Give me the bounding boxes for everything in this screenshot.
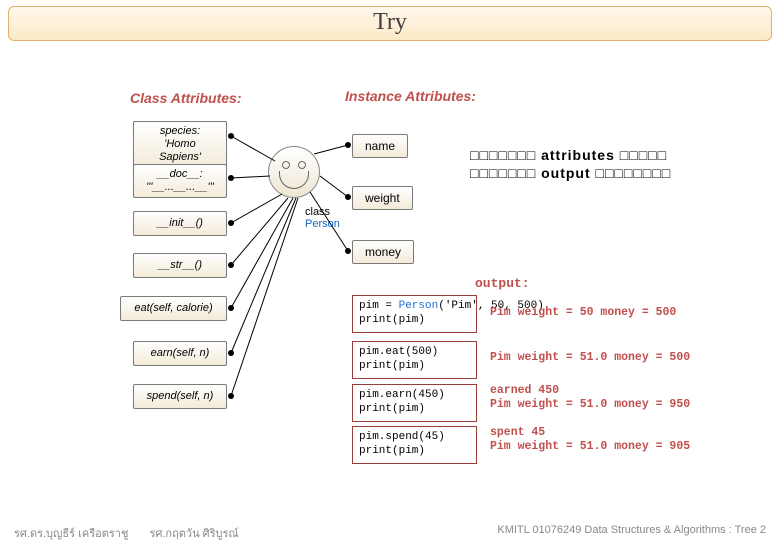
code1-a: pim = xyxy=(359,300,399,312)
face-smile xyxy=(279,171,309,189)
line-dot xyxy=(345,142,351,148)
attr-spend: spend(self, n) xyxy=(133,384,227,409)
face-eye-right xyxy=(298,161,306,169)
note-line1-kw: attributes xyxy=(541,147,615,163)
class-node-face xyxy=(268,146,320,198)
code1-cls: Person xyxy=(399,300,439,312)
output-2: Pim weight = 51.0 money = 500 xyxy=(490,351,690,365)
note-line2-suffix: □□□□□□□□ xyxy=(591,165,672,181)
note-line1-suffix: □□□□□ xyxy=(615,147,667,163)
attr-init: __init__() xyxy=(133,211,227,236)
line-dot xyxy=(228,305,234,311)
placeholder-note: □□□□□□□ attributes □□□□□ □□□□□□□ output … xyxy=(470,146,760,182)
note-line2-kw: output xyxy=(541,165,591,181)
attr-earn: earn(self, n) xyxy=(133,341,227,366)
face-eye-left xyxy=(282,161,290,169)
inst-attr-weight: weight xyxy=(352,186,413,210)
output-1: Pim weight = 50 money = 500 xyxy=(490,306,676,320)
attr-species-value: 'Homo Sapiens' xyxy=(142,138,218,164)
class-node-label-top: class xyxy=(305,206,330,218)
attr-doc: __doc__: '''__...__...__''' xyxy=(133,164,227,198)
line-dot xyxy=(228,175,234,181)
footer-left-2: รศ.กฤตวัน ศิริบูรณ์ xyxy=(149,528,238,540)
attr-doc-label: __doc__: xyxy=(142,168,218,181)
attr-eat: eat(self, calorie) xyxy=(120,296,227,321)
line-dot xyxy=(228,350,234,356)
attr-str: __str__() xyxy=(133,253,227,278)
attr-doc-value: '''__...__...__''' xyxy=(142,181,218,194)
footer-right: KMITL 01076249 Data Structures & Algorit… xyxy=(497,524,766,542)
title-bar: Try xyxy=(8,6,772,41)
note-line2-prefix: □□□□□□□ xyxy=(470,165,541,181)
line-dot xyxy=(345,194,351,200)
instance-attributes-header: Instance Attributes: xyxy=(345,88,476,104)
attr-species: species: 'Homo Sapiens' xyxy=(133,121,227,169)
note-line1-prefix: □□□□□□□ xyxy=(470,147,541,163)
line-dot xyxy=(345,248,351,254)
footer: รศ.ดร.บุญธีร์ เครือตราชู รศ.กฤตวัน ศิริบ… xyxy=(0,524,780,542)
code-box-1: pim = Person('Pim', 50, 500) print(pim) xyxy=(352,295,477,333)
code-box-2: pim.eat(500) print(pim) xyxy=(352,341,477,379)
attr-species-label: species: xyxy=(142,125,218,138)
footer-left-1: รศ.ดร.บุญธีร์ เครือตราชู xyxy=(14,528,128,540)
output-4: spent 45 Pim weight = 51.0 money = 905 xyxy=(490,426,690,455)
line-dot xyxy=(228,262,234,268)
inst-attr-money: money xyxy=(352,240,414,264)
code-box-4: pim.spend(45) print(pim) xyxy=(352,426,477,464)
line-dot xyxy=(228,220,234,226)
class-node-label-bottom: Person xyxy=(305,218,340,230)
class-attributes-header: Class Attributes: xyxy=(130,90,242,106)
line-dot xyxy=(228,393,234,399)
page-title: Try xyxy=(9,9,771,36)
inst-attr-name: name xyxy=(352,134,408,158)
code-box-3: pim.earn(450) print(pim) xyxy=(352,384,477,422)
class-node-label: class Person xyxy=(305,206,340,230)
connector-lines xyxy=(0,6,780,546)
output-3: earned 450 Pim weight = 51.0 money = 950 xyxy=(490,384,690,413)
output-header: output: xyxy=(475,276,530,291)
line-dot xyxy=(228,133,234,139)
